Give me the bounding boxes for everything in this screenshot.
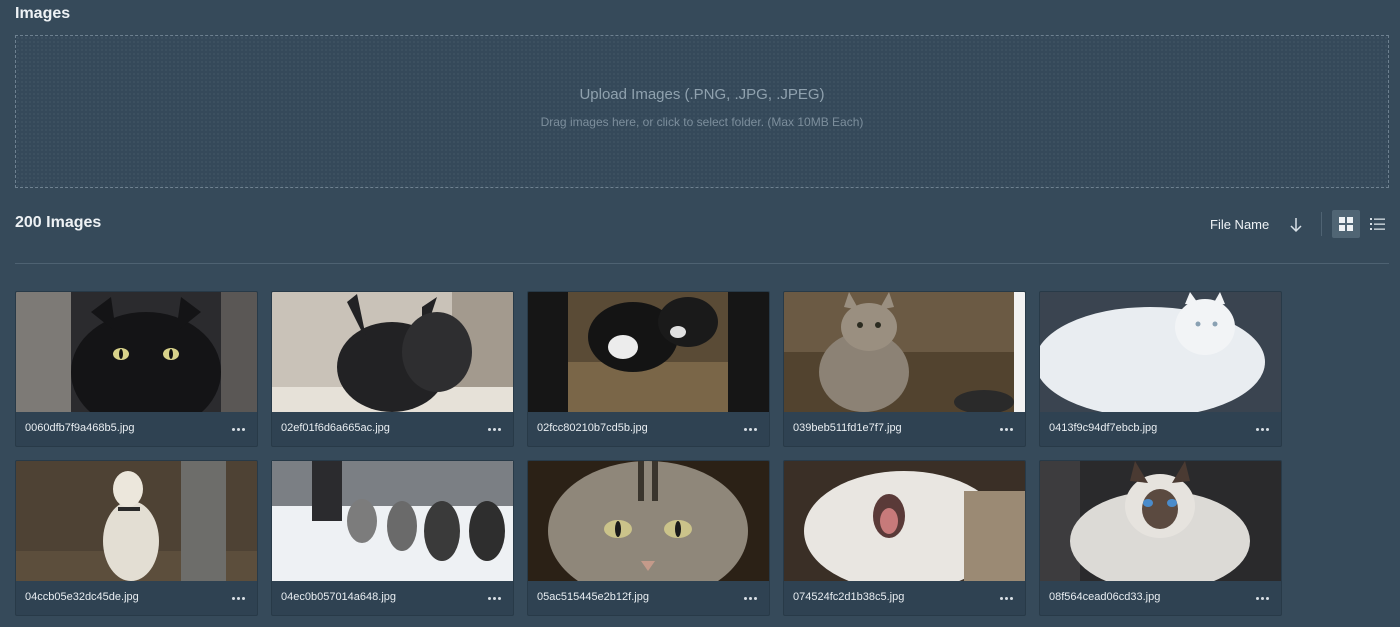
more-options-icon[interactable]: [995, 589, 1017, 607]
grid-view-button[interactable]: [1332, 210, 1360, 238]
image-filename: 0060dfb7f9a468b5.jpg: [25, 422, 135, 434]
image-card[interactable]: 04ec0b057014a648.jpg: [271, 460, 514, 616]
sort-field-button[interactable]: File Name: [1210, 217, 1269, 232]
image-thumbnail: [16, 461, 257, 581]
more-options-icon[interactable]: [227, 589, 249, 607]
image-card[interactable]: 039beb511fd1e7f7.jpg: [783, 291, 1026, 447]
image-filename: 0413f9c94df7ebcb.jpg: [1049, 422, 1158, 434]
image-grid: 0060dfb7f9a468b5.jpg 02ef01f6d6a665ac.jp…: [15, 291, 1282, 616]
image-thumbnail: [784, 461, 1025, 581]
list-view-button[interactable]: [1364, 210, 1392, 238]
section-title: Images: [15, 5, 71, 22]
image-card[interactable]: 08f564cead06cd33.jpg: [1039, 460, 1282, 616]
image-filename: 04ec0b057014a648.jpg: [281, 591, 397, 603]
image-card[interactable]: 02fcc80210b7cd5b.jpg: [527, 291, 770, 447]
image-card[interactable]: 05ac515445e2b12f.jpg: [527, 460, 770, 616]
more-options-icon[interactable]: [483, 420, 505, 438]
more-options-icon[interactable]: [739, 420, 761, 438]
arrow-down-icon[interactable]: [1288, 216, 1304, 234]
image-count: 200 Images: [15, 214, 102, 231]
upload-dropzone[interactable]: Upload Images (.PNG, .JPG, .JPEG) Drag i…: [15, 35, 1389, 188]
image-thumbnail: [528, 292, 769, 412]
image-thumbnail: [784, 292, 1025, 412]
image-filename: 05ac515445e2b12f.jpg: [537, 591, 649, 603]
more-options-icon[interactable]: [995, 420, 1017, 438]
grid-view-icon: [1339, 217, 1353, 231]
image-filename: 04ccb05e32dc45de.jpg: [25, 591, 139, 603]
more-options-icon[interactable]: [739, 589, 761, 607]
image-filename: 02ef01f6d6a665ac.jpg: [281, 422, 390, 434]
more-options-icon[interactable]: [1251, 420, 1273, 438]
image-thumbnail: [1040, 461, 1281, 581]
upload-subtitle: Drag images here, or click to select fol…: [540, 115, 864, 129]
images-page: Images Upload Images (.PNG, .JPG, .JPEG)…: [0, 0, 1400, 627]
image-filename: 02fcc80210b7cd5b.jpg: [537, 422, 648, 434]
image-card[interactable]: 0060dfb7f9a468b5.jpg: [15, 291, 258, 447]
image-card[interactable]: 0413f9c94df7ebcb.jpg: [1039, 291, 1282, 447]
image-thumbnail: [16, 292, 257, 412]
image-filename: 039beb511fd1e7f7.jpg: [793, 422, 902, 434]
image-thumbnail: [528, 461, 769, 581]
image-filename: 08f564cead06cd33.jpg: [1049, 591, 1161, 603]
image-filename: 074524fc2d1b38c5.jpg: [793, 591, 905, 603]
upload-title: Upload Images (.PNG, .JPG, .JPEG): [579, 86, 825, 103]
image-card[interactable]: 04ccb05e32dc45de.jpg: [15, 460, 258, 616]
image-thumbnail: [272, 292, 513, 412]
image-card[interactable]: 02ef01f6d6a665ac.jpg: [271, 291, 514, 447]
more-options-icon[interactable]: [227, 420, 249, 438]
image-card[interactable]: 074524fc2d1b38c5.jpg: [783, 460, 1026, 616]
more-options-icon[interactable]: [483, 589, 505, 607]
list-view-icon: [1370, 218, 1385, 230]
image-thumbnail: [272, 461, 513, 581]
header-divider: [15, 263, 1389, 264]
view-divider: [1321, 212, 1322, 236]
image-thumbnail: [1040, 292, 1281, 412]
more-options-icon[interactable]: [1251, 589, 1273, 607]
